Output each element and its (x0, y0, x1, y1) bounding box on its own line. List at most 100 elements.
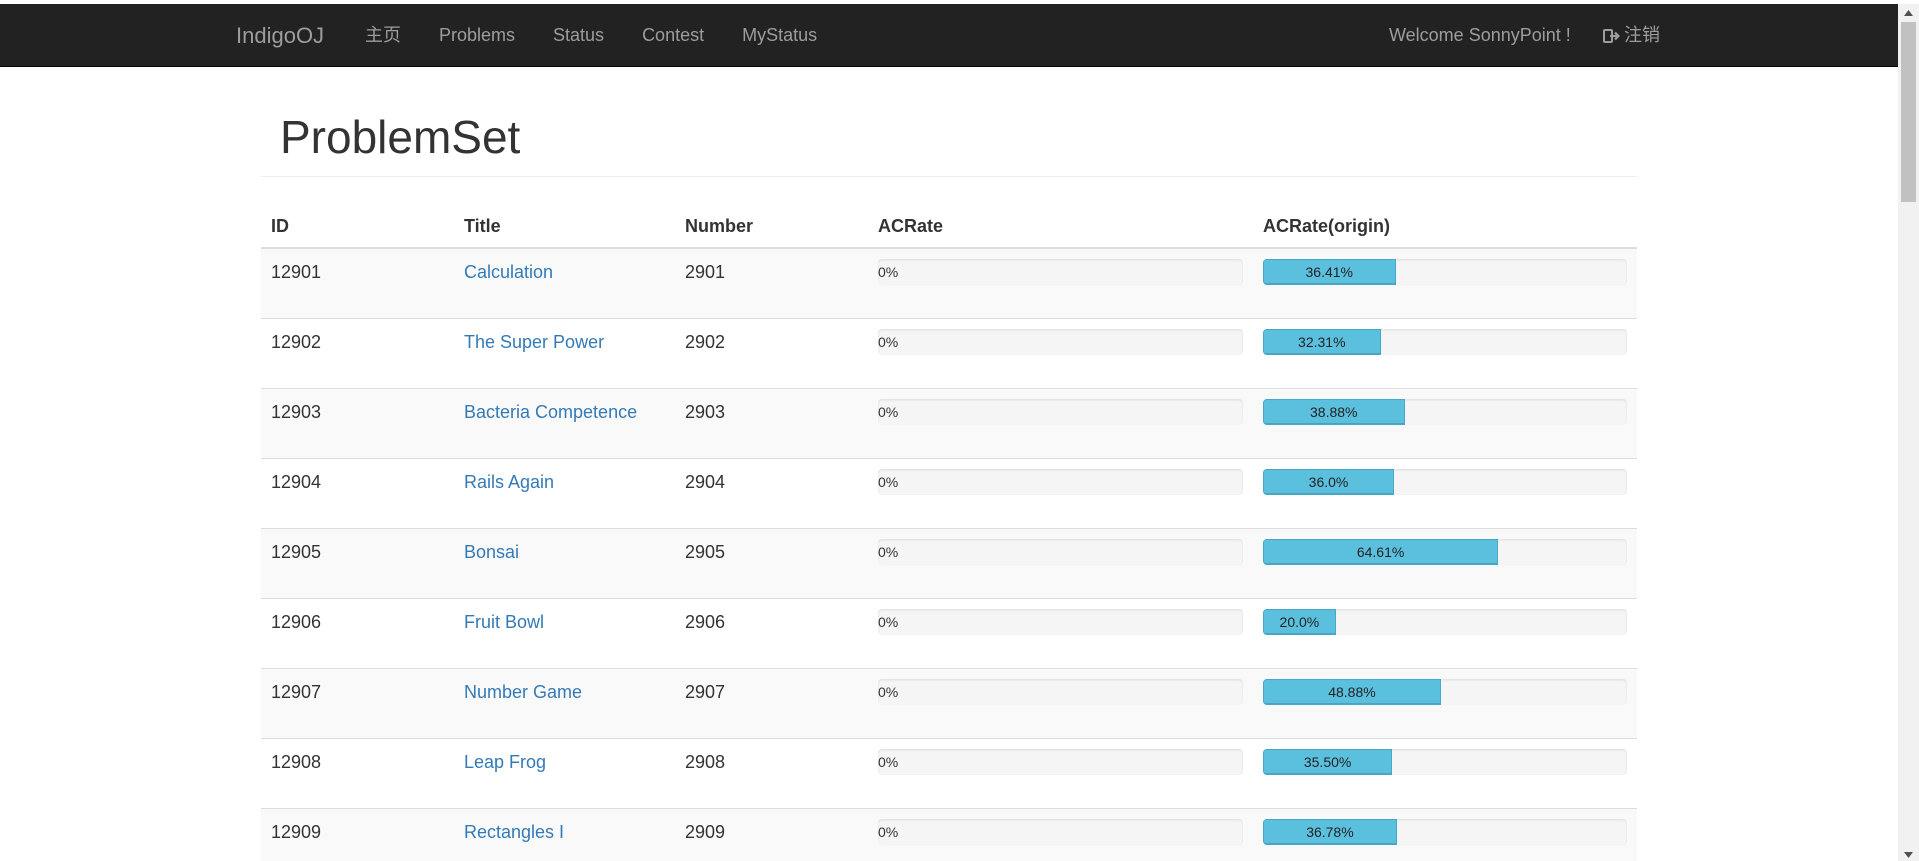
welcome-text: Welcome SonnyPoint ! (1389, 25, 1571, 45)
acrate-origin-progress-label: 48.88% (1328, 683, 1376, 700)
nav-link-mystatus[interactable]: MyStatus (742, 4, 817, 67)
nav-link-contest[interactable]: Contest (642, 4, 704, 67)
problem-title-link[interactable]: Leap Frog (464, 752, 546, 772)
problem-number: 2901 (685, 262, 726, 282)
problem-id-cell: 12906 (261, 597, 454, 668)
brand-link[interactable]: IndigoOJ (236, 4, 324, 67)
acrate-origin-progress: 36.41% (1263, 259, 1627, 285)
problem-number: 2907 (685, 681, 726, 702)
acrate-progress-label: 0% (878, 403, 899, 420)
nav-link-home[interactable]: 主页 (365, 4, 401, 67)
acrate-cell: 0% (868, 457, 1253, 528)
problem-number: 2906 (685, 611, 726, 632)
problem-id-cell: 12905 (261, 527, 454, 598)
problem-title-link[interactable]: Rectangles I (464, 822, 564, 842)
problem-title-cell: Number Game (454, 667, 675, 738)
problem-number-cell: 2909 (675, 807, 868, 861)
acrate-origin-cell: 48.88% (1253, 667, 1637, 738)
acrate-progress: 0% (878, 259, 1243, 285)
acrate-origin-progress: 35.50% (1263, 748, 1627, 775)
problem-number: 2905 (685, 541, 726, 562)
problem-number-cell: 2908 (675, 737, 868, 808)
acrate-cell: 0% (868, 597, 1253, 668)
acrate-progress: 0% (878, 748, 1243, 775)
problem-title-link[interactable]: Fruit Bowl (464, 612, 544, 632)
problem-number-cell: 2903 (675, 387, 868, 458)
problem-title-link[interactable]: Number Game (464, 682, 582, 702)
problem-id-cell: 12903 (261, 387, 454, 458)
scrollbar-thumb[interactable] (1901, 22, 1916, 202)
vertical-scrollbar[interactable] (1898, 4, 1919, 861)
scroll-down-arrow-icon[interactable] (1898, 846, 1919, 861)
problem-number-cell: 2907 (675, 667, 868, 738)
acrate-origin-progress-label: 36.78% (1306, 823, 1354, 840)
problem-title-link[interactable]: Calculation (464, 262, 553, 282)
problem-id-cell: 12904 (261, 457, 454, 528)
acrate-origin-progress-label: 20.0% (1279, 613, 1320, 630)
problem-table: ID Title Number ACRate ACRate(origin) 12… (261, 205, 1637, 861)
nav-link-problems[interactable]: Problems (439, 4, 515, 67)
problem-title-cell: Calculation (454, 247, 675, 318)
problem-number-cell: 2904 (675, 457, 868, 528)
scroll-up-arrow-icon[interactable] (1898, 4, 1919, 21)
problem-title-cell: Bacteria Competence (454, 387, 675, 458)
acrate-origin-progress: 38.88% (1263, 398, 1627, 425)
column-header-id: ID (261, 205, 454, 249)
problem-title-link[interactable]: Bacteria Competence (464, 402, 637, 422)
problem-id: 12904 (271, 471, 322, 492)
problem-id-cell: 12908 (261, 737, 454, 808)
problem-id-cell: 12909 (261, 807, 454, 861)
acrate-cell: 0% (868, 527, 1253, 598)
nav-link-status[interactable]: Status (553, 4, 604, 67)
logout-link[interactable]: 注销 (1603, 4, 1660, 67)
acrate-origin-progress-label: 38.88% (1310, 403, 1358, 420)
acrate-origin-cell: 38.88% (1253, 387, 1637, 458)
problem-id: 12909 (271, 821, 322, 842)
acrate-progress: 0% (878, 398, 1243, 425)
problem-title-link[interactable]: Rails Again (464, 472, 554, 492)
acrate-progress: 0% (878, 538, 1243, 565)
problem-id: 12907 (271, 681, 322, 702)
navbar: IndigoOJ 主页 Problems Status Contest MySt… (0, 4, 1898, 67)
acrate-cell: 0% (868, 317, 1253, 388)
problem-id-cell: 12901 (261, 247, 454, 318)
acrate-origin-progress-label: 36.41% (1305, 264, 1353, 280)
problem-number-cell: 2906 (675, 597, 868, 668)
column-header-number: Number (675, 205, 868, 249)
table-row: 12903 Bacteria Competence 2903 0% 38.88% (261, 387, 1637, 458)
problem-title-cell: Rails Again (454, 457, 675, 528)
problem-number: 2908 (685, 751, 726, 772)
problem-title-link[interactable]: The Super Power (464, 332, 604, 352)
acrate-progress-label: 0% (878, 823, 899, 840)
acrate-origin-progress: 20.0% (1263, 608, 1627, 635)
problem-id: 12905 (271, 541, 322, 562)
problem-id: 12902 (271, 331, 322, 352)
problem-title-link[interactable]: Bonsai (464, 542, 519, 562)
acrate-origin-cell: 36.0% (1253, 457, 1637, 528)
acrate-progress-label: 0% (878, 753, 899, 770)
problem-title-cell: Fruit Bowl (454, 597, 675, 668)
acrate-progress: 0% (878, 818, 1243, 845)
acrate-progress: 0% (878, 468, 1243, 495)
acrate-origin-progress: 64.61% (1263, 538, 1627, 565)
problem-title-cell: Leap Frog (454, 737, 675, 808)
table-row: 12907 Number Game 2907 0% 48.88% (261, 667, 1637, 738)
table-row: 12904 Rails Again 2904 0% 36.0% (261, 457, 1637, 528)
acrate-origin-cell: 36.78% (1253, 807, 1637, 861)
problem-number: 2902 (685, 331, 726, 352)
table-row: 12902 The Super Power 2902 0% 32.31% (261, 317, 1637, 388)
sign-out-icon (1603, 28, 1620, 43)
column-header-title: Title (454, 205, 675, 249)
acrate-origin-progress: 36.0% (1263, 468, 1627, 495)
column-header-acrate: ACRate (868, 205, 1253, 249)
problem-id: 12908 (271, 751, 322, 772)
table-row: 12908 Leap Frog 2908 0% 35.50% (261, 737, 1637, 808)
problem-title-cell: Rectangles I (454, 807, 675, 861)
problem-number-cell: 2901 (675, 247, 868, 318)
acrate-origin-progress-label: 32.31% (1298, 333, 1346, 350)
acrate-progress-label: 0% (878, 473, 899, 490)
acrate-progress: 0% (878, 678, 1243, 705)
problem-title-cell: Bonsai (454, 527, 675, 598)
problem-id-cell: 12902 (261, 317, 454, 388)
table-header: ID Title Number ACRate ACRate(origin) (261, 205, 1637, 249)
